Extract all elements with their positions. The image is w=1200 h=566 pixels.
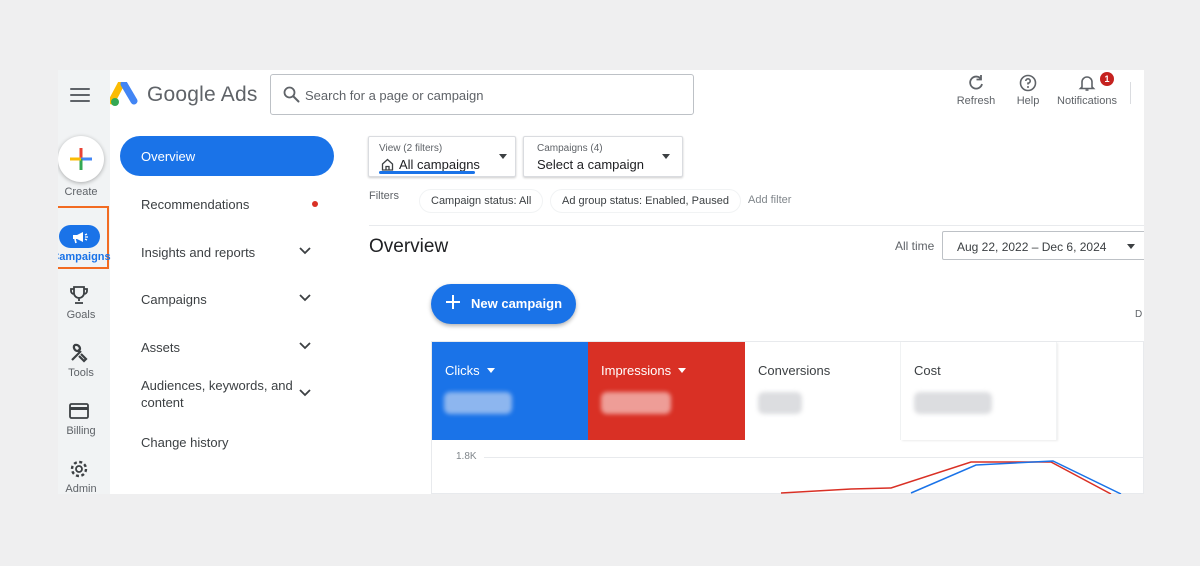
nav-item-overview[interactable]: Overview [120, 136, 334, 176]
refresh-label: Refresh [956, 95, 996, 107]
chevron-down-icon[interactable] [298, 388, 312, 398]
create-label: Create [64, 186, 98, 198]
scorecard-impressions[interactable]: Impressions [588, 342, 745, 440]
goals-label: Goals [66, 309, 96, 321]
new-campaign-label: New campaign [471, 296, 563, 311]
logo-text: Google Ads [147, 83, 258, 106]
redacted-value [758, 392, 802, 414]
notifications-label: Notifications [1057, 95, 1117, 107]
chevron-down-icon[interactable] [298, 246, 312, 256]
caret-down-icon [499, 154, 507, 159]
caret-down-icon [662, 154, 670, 159]
redacted-value [601, 392, 671, 414]
view-dropdown-underline [379, 171, 475, 174]
megaphone-icon [72, 231, 88, 243]
filter-chip-campaign-status[interactable]: Campaign status: All [419, 189, 544, 213]
header-divider [1130, 82, 1131, 104]
chevron-down-icon[interactable] [298, 293, 312, 303]
clicks-series-line [910, 460, 1122, 494]
goals-icon[interactable] [68, 284, 90, 306]
date-range-value: Aug 22, 2022 – Dec 6, 2024 [957, 240, 1107, 254]
campaign-selector-caption: Campaigns (4) [537, 143, 603, 154]
plus-icon [70, 148, 92, 170]
campaigns-rail-button[interactable] [59, 225, 100, 248]
date-range-label: All time [895, 239, 935, 253]
redacted-value [444, 392, 512, 414]
search-box[interactable] [270, 74, 694, 115]
page-title: Overview [369, 236, 449, 257]
filter-chip-ad-group-status[interactable]: Ad group status: Enabled, Paused [550, 189, 741, 213]
notifications-button[interactable]: 1 Notifications [1054, 72, 1120, 107]
search-icon [283, 86, 300, 103]
admin-gear-icon[interactable] [68, 458, 90, 480]
campaigns-rail-label: Campaigns [58, 251, 111, 263]
caret-down-icon [1127, 244, 1135, 249]
help-icon [1019, 74, 1037, 92]
notifications-badge: 1 [1100, 72, 1114, 86]
scorecard-label: Clicks [445, 363, 480, 378]
scorecard-clicks[interactable]: Clicks [432, 342, 588, 440]
billing-label: Billing [66, 425, 96, 437]
tools-label: Tools [68, 367, 94, 379]
nav-item-insights[interactable]: Insights and reports [141, 244, 255, 261]
date-range-dropdown[interactable]: Aug 22, 2022 – Dec 6, 2024 [942, 231, 1144, 260]
search-input[interactable] [305, 83, 685, 107]
scorecard-label: Impressions [601, 363, 672, 378]
tools-icon[interactable] [68, 342, 90, 364]
create-button[interactable] [58, 136, 104, 182]
caret-down-icon [678, 368, 687, 373]
nav-item-change-history[interactable]: Change history [141, 434, 228, 451]
admin-label: Admin [65, 483, 97, 494]
redacted-value [914, 392, 992, 414]
view-dropdown-caption: View (2 filters) [379, 143, 443, 154]
view-dropdown-value: All campaigns [399, 157, 480, 172]
home-icon [381, 158, 394, 171]
view-dropdown[interactable]: View (2 filters) All campaigns [368, 136, 516, 177]
campaign-selector-dropdown[interactable]: Campaigns (4) Select a campaign [523, 136, 683, 177]
campaign-selector-value: Select a campaign [537, 157, 644, 172]
chevron-down-icon[interactable] [298, 341, 312, 351]
bell-icon [1078, 76, 1096, 91]
nav-item-audiences[interactable]: Audiences, keywords, and content [141, 377, 301, 411]
help-button[interactable]: Help [1013, 74, 1043, 107]
refresh-button[interactable]: Refresh [954, 74, 998, 107]
plus-icon [446, 295, 460, 309]
nav-item-assets[interactable]: Assets [141, 339, 180, 356]
recommendations-dot [312, 201, 318, 207]
nav-item-campaigns[interactable]: Campaigns [141, 291, 207, 308]
billing-icon[interactable] [68, 400, 90, 422]
caret-down-icon [486, 368, 495, 373]
scorecard-label: Cost [914, 363, 941, 378]
google-ads-logo-icon [110, 82, 138, 106]
truncated-text: D [1135, 309, 1143, 320]
scorecard-conversions[interactable]: Conversions [745, 342, 901, 440]
hamburger-menu-icon[interactable] [70, 86, 90, 104]
divider [369, 225, 1144, 226]
new-campaign-button[interactable]: New campaign [431, 284, 576, 324]
trend-chart [780, 460, 1122, 494]
add-filter-link[interactable]: Add filter [748, 194, 791, 206]
refresh-icon [969, 75, 983, 90]
scorecard-cost[interactable]: Cost [901, 342, 1057, 440]
nav-item-recommendations[interactable]: Recommendations [141, 196, 249, 213]
scorecard-label: Conversions [758, 363, 831, 378]
help-label: Help [1016, 95, 1040, 107]
filters-label: Filters [369, 190, 399, 202]
app-window: Google Ads Refresh Help 1 Notifications [58, 70, 1144, 494]
